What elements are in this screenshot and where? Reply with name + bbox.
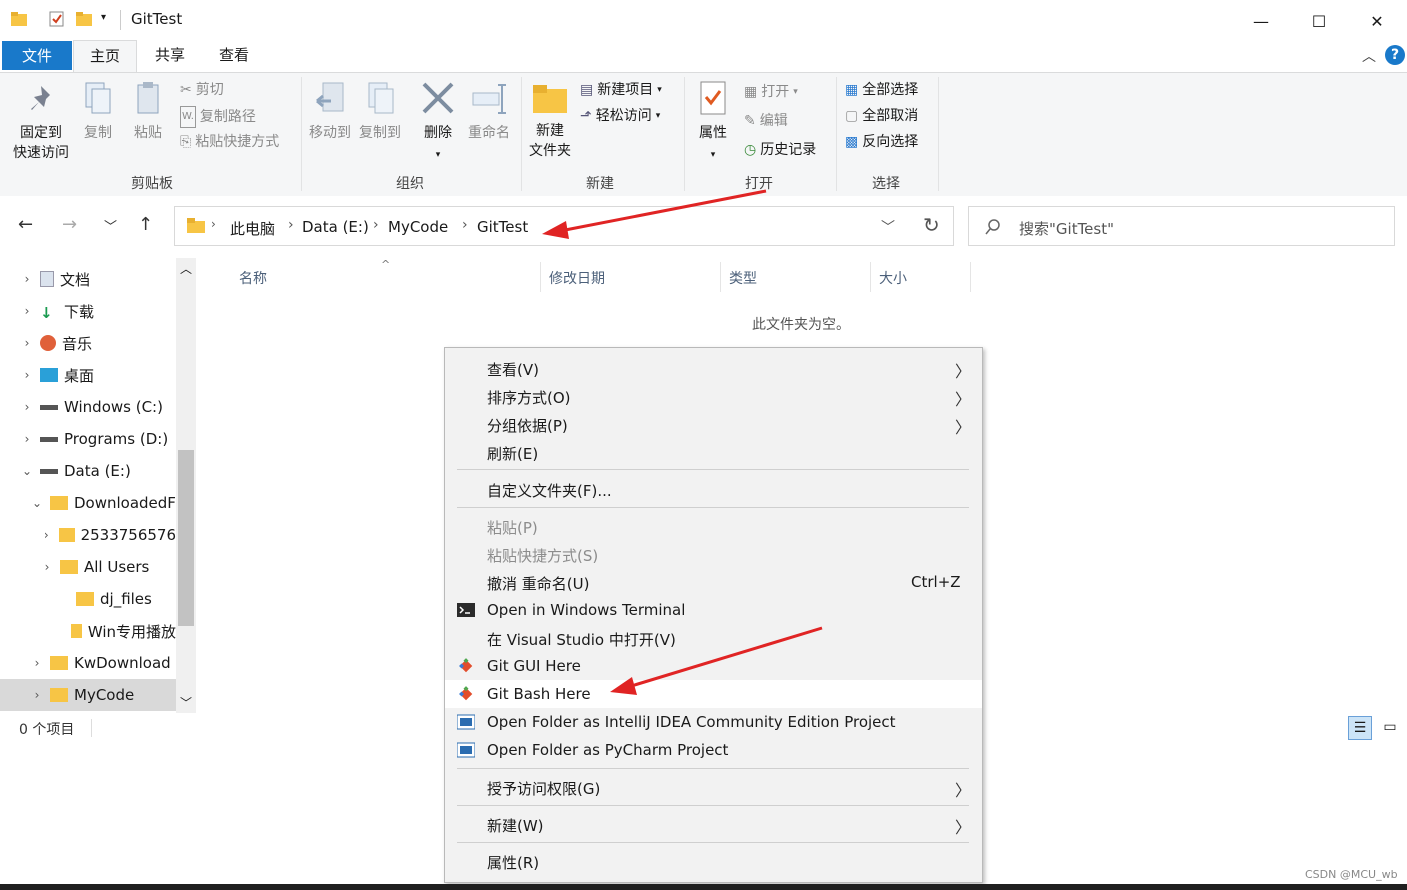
annotation-arrow-git-bash <box>610 626 823 695</box>
watermark: CSDN @MCU_wb <box>1305 868 1398 881</box>
annotation-arrow-address <box>542 189 767 239</box>
taskbar <box>0 884 1407 890</box>
annotation-overlay <box>542 189 823 695</box>
